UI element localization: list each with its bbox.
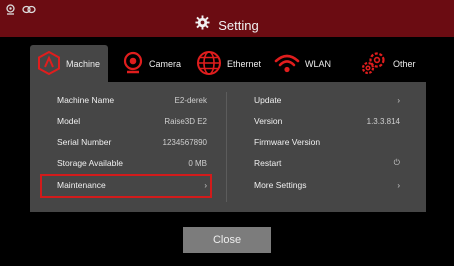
chevron-right-icon: ›	[397, 180, 400, 190]
list-item: Machine Name E2-derek	[57, 90, 207, 110]
power-icon: ⏻	[393, 158, 400, 167]
tab-ethernet[interactable]: Ethernet	[196, 45, 261, 82]
ethernet-icon	[196, 50, 222, 78]
camera-icon	[122, 51, 144, 77]
firmware-version-label: Firmware Version	[254, 137, 321, 147]
gear-icon	[195, 15, 210, 35]
wifi-icon	[274, 52, 300, 76]
more-settings-item[interactable]: More Settings ›	[254, 175, 400, 195]
chevron-right-icon: ›	[397, 95, 400, 105]
list-item: Storage Available 0 MB	[57, 153, 207, 173]
storage-label: Storage Available	[57, 158, 124, 168]
machine-name-value: E2-derek	[174, 95, 207, 105]
tab-label: Ethernet	[227, 58, 262, 69]
maintenance-highlight	[40, 174, 212, 198]
tab-label: WLAN	[305, 58, 332, 69]
gears-icon	[360, 50, 388, 78]
model-value: Raise3D E2	[164, 116, 207, 126]
list-item: Model Raise3D E2	[57, 111, 207, 131]
page-title-group: Setting	[0, 13, 454, 37]
tab-other[interactable]: Other	[360, 45, 416, 82]
version-value: 1.3.3.814	[366, 116, 400, 126]
storage-value: 0 MB	[188, 158, 207, 168]
close-button[interactable]: Close	[183, 227, 271, 253]
serial-number-value: 1234567890	[162, 137, 208, 147]
restart-label: Restart	[254, 158, 282, 168]
column-divider	[226, 92, 227, 202]
tab-label: Camera	[149, 58, 182, 69]
restart-item[interactable]: Restart ⏻	[254, 153, 400, 173]
model-label: Model	[57, 116, 81, 126]
settings-tabs: Machine Camera Ethernet WLAN Other	[30, 45, 426, 82]
tab-label: Other	[393, 58, 416, 69]
version-label: Version	[254, 116, 283, 126]
update-label: Update	[254, 95, 282, 105]
tab-camera[interactable]: Camera	[122, 45, 181, 82]
list-item: Serial Number 1234567890	[57, 132, 207, 152]
tab-wlan[interactable]: WLAN	[274, 45, 331, 82]
tab-label: Machine	[66, 58, 101, 69]
firmware-version-item[interactable]: Firmware Version	[254, 132, 400, 152]
header-bar: Setting	[0, 0, 454, 37]
list-item: Version 1.3.3.814	[254, 111, 400, 131]
more-settings-label: More Settings	[254, 180, 307, 190]
update-item[interactable]: Update ›	[254, 90, 400, 110]
page-title: Setting	[218, 17, 259, 33]
serial-number-label: Serial Number	[57, 137, 112, 147]
machine-name-label: Machine Name	[57, 95, 115, 105]
machine-icon	[37, 50, 61, 77]
tab-machine[interactable]: Machine	[30, 45, 109, 82]
machine-info-panel: Machine Name E2-derek Model Raise3D E2 S…	[30, 82, 426, 212]
